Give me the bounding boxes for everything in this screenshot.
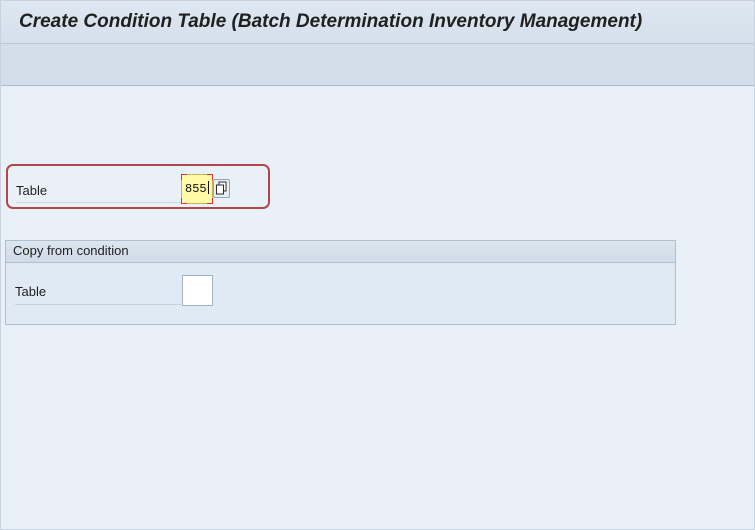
table-field-highlight: Table 855 [6,164,270,209]
focus-corner [181,198,187,204]
focus-corner [207,174,213,180]
group-title: Copy from condition [6,241,675,263]
table-input-value: 855 [185,182,207,196]
title-bar: Create Condition Table (Batch Determinat… [1,1,754,44]
text-cursor [207,181,209,194]
copy-table-input[interactable] [182,275,213,306]
table-input[interactable]: 855 [181,174,213,204]
table-field-label: Table [16,182,181,203]
application-toolbar [1,44,754,86]
focus-corner [207,198,213,204]
copy-icon [216,181,227,195]
focus-corner [181,174,187,180]
copy-table-label: Table [15,282,181,305]
value-help-button[interactable] [213,179,230,198]
copy-from-condition-group: Copy from condition Table [5,240,676,325]
page-title: Create Condition Table (Batch Determinat… [19,11,643,32]
